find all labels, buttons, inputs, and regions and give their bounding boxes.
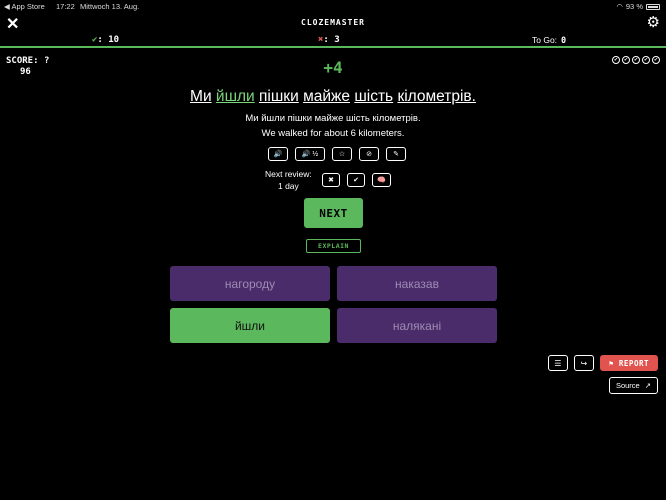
list-icon: ☰ xyxy=(554,358,562,368)
share-button[interactable]: ↪ xyxy=(573,355,594,371)
correct-count-value: 10 xyxy=(108,35,120,45)
status-right: ◠ 93 % xyxy=(616,2,660,11)
battery-percent: 93 % xyxy=(625,2,643,11)
status-time: 17:22 xyxy=(56,2,75,11)
ignore-button[interactable]: ⊘ xyxy=(359,147,379,161)
report-button[interactable]: ⚑ REPORT xyxy=(599,355,658,371)
round-check-icon: ✔ xyxy=(612,56,620,64)
to-go-count: To Go: 0 xyxy=(532,35,566,46)
speaker-icon: 🔊 xyxy=(301,151,311,158)
sentence-word[interactable]: кілометрів. xyxy=(397,88,476,105)
round-check-icon: ✔ xyxy=(642,56,650,64)
round-check-icon: ✔ xyxy=(652,56,660,64)
app-title: CLOZEMASTER xyxy=(301,18,365,27)
half-speed-label: ½ xyxy=(312,150,319,158)
native-sentence: Ми йшли пішки майже шість кілометрів. xyxy=(245,113,421,124)
sentence-word[interactable]: шість xyxy=(354,88,393,105)
cloze-word[interactable]: йшли xyxy=(216,88,255,105)
check-icon: ✔ xyxy=(92,35,98,45)
battery-icon xyxy=(646,3,660,10)
cross-icon: ✖ xyxy=(328,177,334,184)
answer-option[interactable]: налякані xyxy=(337,308,497,343)
source-button[interactable]: Source ↗ xyxy=(608,377,658,394)
answer-option-correct[interactable]: йшли xyxy=(170,308,330,343)
to-go-value: 0 xyxy=(561,36,567,46)
next-review-interval: 1 day xyxy=(277,181,299,191)
sentence-word[interactable]: Ми xyxy=(190,88,212,105)
check-icon: ✔ xyxy=(353,177,359,184)
review-buttons: ✖ ✔ 🧠 xyxy=(322,173,391,187)
star-icon: ☆ xyxy=(338,151,346,158)
review-brain-button[interactable]: 🧠 xyxy=(372,173,391,187)
share-icon: ↪ xyxy=(580,358,588,368)
sentence-tools: 🔊 🔊 ½ ☆ ⊘ ✎ xyxy=(268,147,406,161)
wrong-count: ✖: 3 xyxy=(318,35,340,45)
sentence-word[interactable]: пішки xyxy=(259,88,299,105)
next-review: Next review: 1 day xyxy=(265,168,312,192)
flag-icon: ⚑ xyxy=(608,358,614,368)
reset-review-button[interactable]: ✖ xyxy=(322,173,340,187)
next-review-label: Next review: xyxy=(265,169,312,179)
cloze-sentence: Ми йшли пішки майже шість кілометрів. xyxy=(0,88,666,106)
play-slow-audio-button[interactable]: 🔊 ½ xyxy=(295,147,325,161)
top-bar: ✕ CLOZEMASTER ⚙ xyxy=(0,12,666,34)
report-label: REPORT xyxy=(618,358,649,368)
favorite-button[interactable]: ☆ xyxy=(332,147,352,161)
correct-count: ✔: 10 xyxy=(92,35,120,45)
points-gained: +4 xyxy=(323,58,343,77)
mastered-button[interactable]: ✔ xyxy=(347,173,365,187)
play-audio-button[interactable]: 🔊 xyxy=(268,147,288,161)
speaker-icon: 🔊 xyxy=(273,151,283,158)
source-label: Source xyxy=(615,381,640,390)
round-progress: ✔ ✔ ✔ ✔ ✔ xyxy=(612,56,660,64)
sentence-word[interactable]: майже xyxy=(303,88,350,105)
list-button[interactable]: ☰ xyxy=(547,355,568,371)
block-icon: ⊘ xyxy=(366,151,372,158)
next-button[interactable]: NEXT xyxy=(304,198,363,228)
action-bar: ☰ ↪ ⚑ REPORT xyxy=(547,355,658,371)
progress-counts: ✔: 10 ✖: 3 To Go: 0 xyxy=(0,34,666,48)
answer-option[interactable]: наказав xyxy=(337,266,497,301)
gear-icon[interactable]: ⚙ xyxy=(647,13,660,31)
back-to-app-link[interactable]: ◀ App Store xyxy=(4,2,45,11)
external-link-icon: ↗ xyxy=(644,381,651,390)
wifi-icon: ◠ xyxy=(616,2,623,11)
round-check-icon: ✔ xyxy=(632,56,640,64)
status-bar: ◀ App Store 17:22 Mittwoch 13. Aug. ◠ 93… xyxy=(0,0,666,12)
round-check-icon: ✔ xyxy=(622,56,630,64)
wrong-count-value: 3 xyxy=(334,35,340,45)
to-go-label: To Go: xyxy=(532,35,558,45)
status-date: Mittwoch 13. Aug. xyxy=(80,2,140,11)
answer-option[interactable]: нагороду xyxy=(170,266,330,301)
explain-button[interactable]: EXPLAIN xyxy=(306,239,361,253)
translation: We walked for about 6 kilometers. xyxy=(261,128,405,139)
edit-button[interactable]: ✎ xyxy=(386,147,406,161)
pencil-icon: ✎ xyxy=(393,151,399,158)
brain-icon: 🧠 xyxy=(377,177,386,184)
cross-icon: ✖ xyxy=(318,35,324,45)
